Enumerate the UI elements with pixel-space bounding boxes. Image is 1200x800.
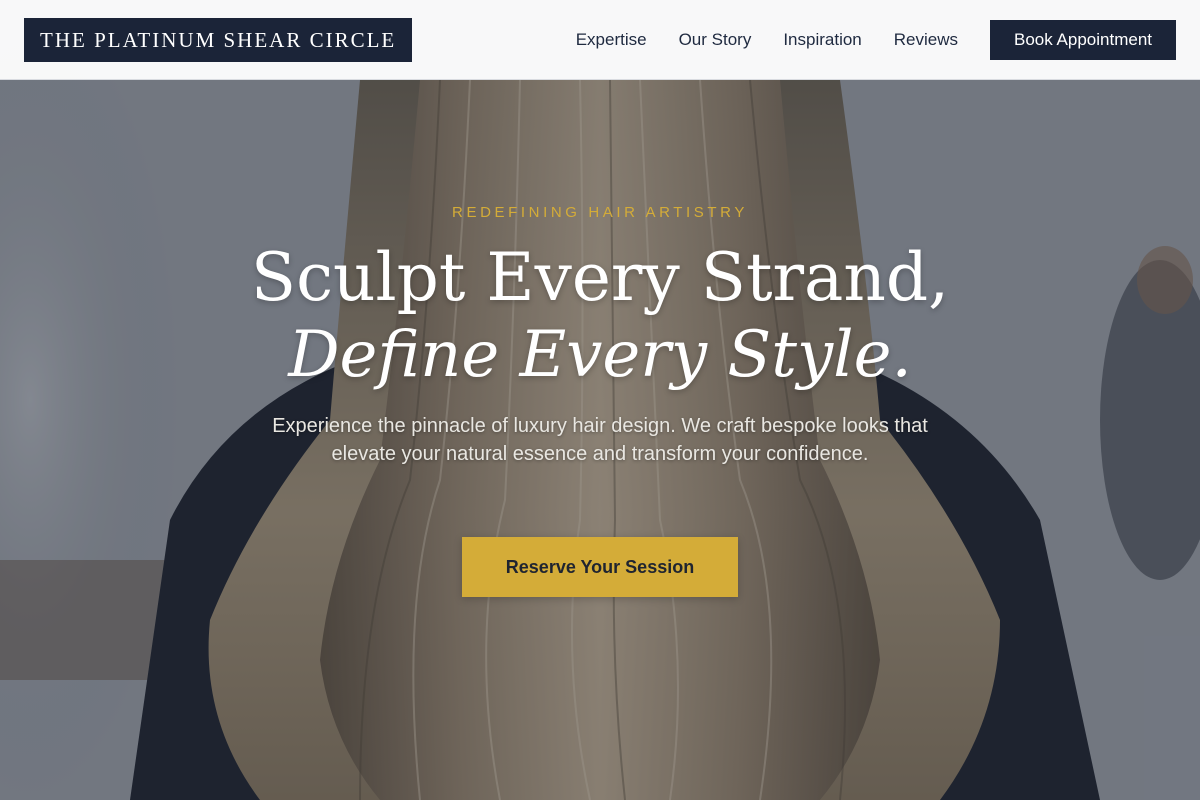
site-header: THE PLATINUM SHEAR CIRCLE Expertise Our … bbox=[0, 0, 1200, 80]
brand-logo[interactable]: THE PLATINUM SHEAR CIRCLE bbox=[24, 17, 413, 62]
book-appointment-button[interactable]: Book Appointment bbox=[990, 19, 1176, 60]
nav-link-reviews[interactable]: Reviews bbox=[894, 30, 958, 50]
nav-link-expertise[interactable]: Expertise bbox=[576, 30, 647, 50]
hero-subtext: Experience the pinnacle of luxury hair d… bbox=[272, 415, 928, 465]
hero-content: REDEFINING HAIR ARTISTRY Sculpt Every St… bbox=[0, 0, 1200, 800]
nav-link-our-story[interactable]: Our Story bbox=[679, 30, 752, 50]
reserve-session-button[interactable]: Reserve Your Session bbox=[462, 537, 738, 597]
nav-link-inspiration[interactable]: Inspiration bbox=[783, 30, 861, 50]
main-nav: Expertise Our Story Inspiration Reviews … bbox=[576, 19, 1176, 60]
hero-eyebrow: REDEFINING HAIR ARTISTRY bbox=[452, 204, 748, 221]
hero-headline-italic: Define Every Style. bbox=[288, 318, 912, 392]
hero-headline: Sculpt Every Strand, bbox=[250, 239, 950, 316]
